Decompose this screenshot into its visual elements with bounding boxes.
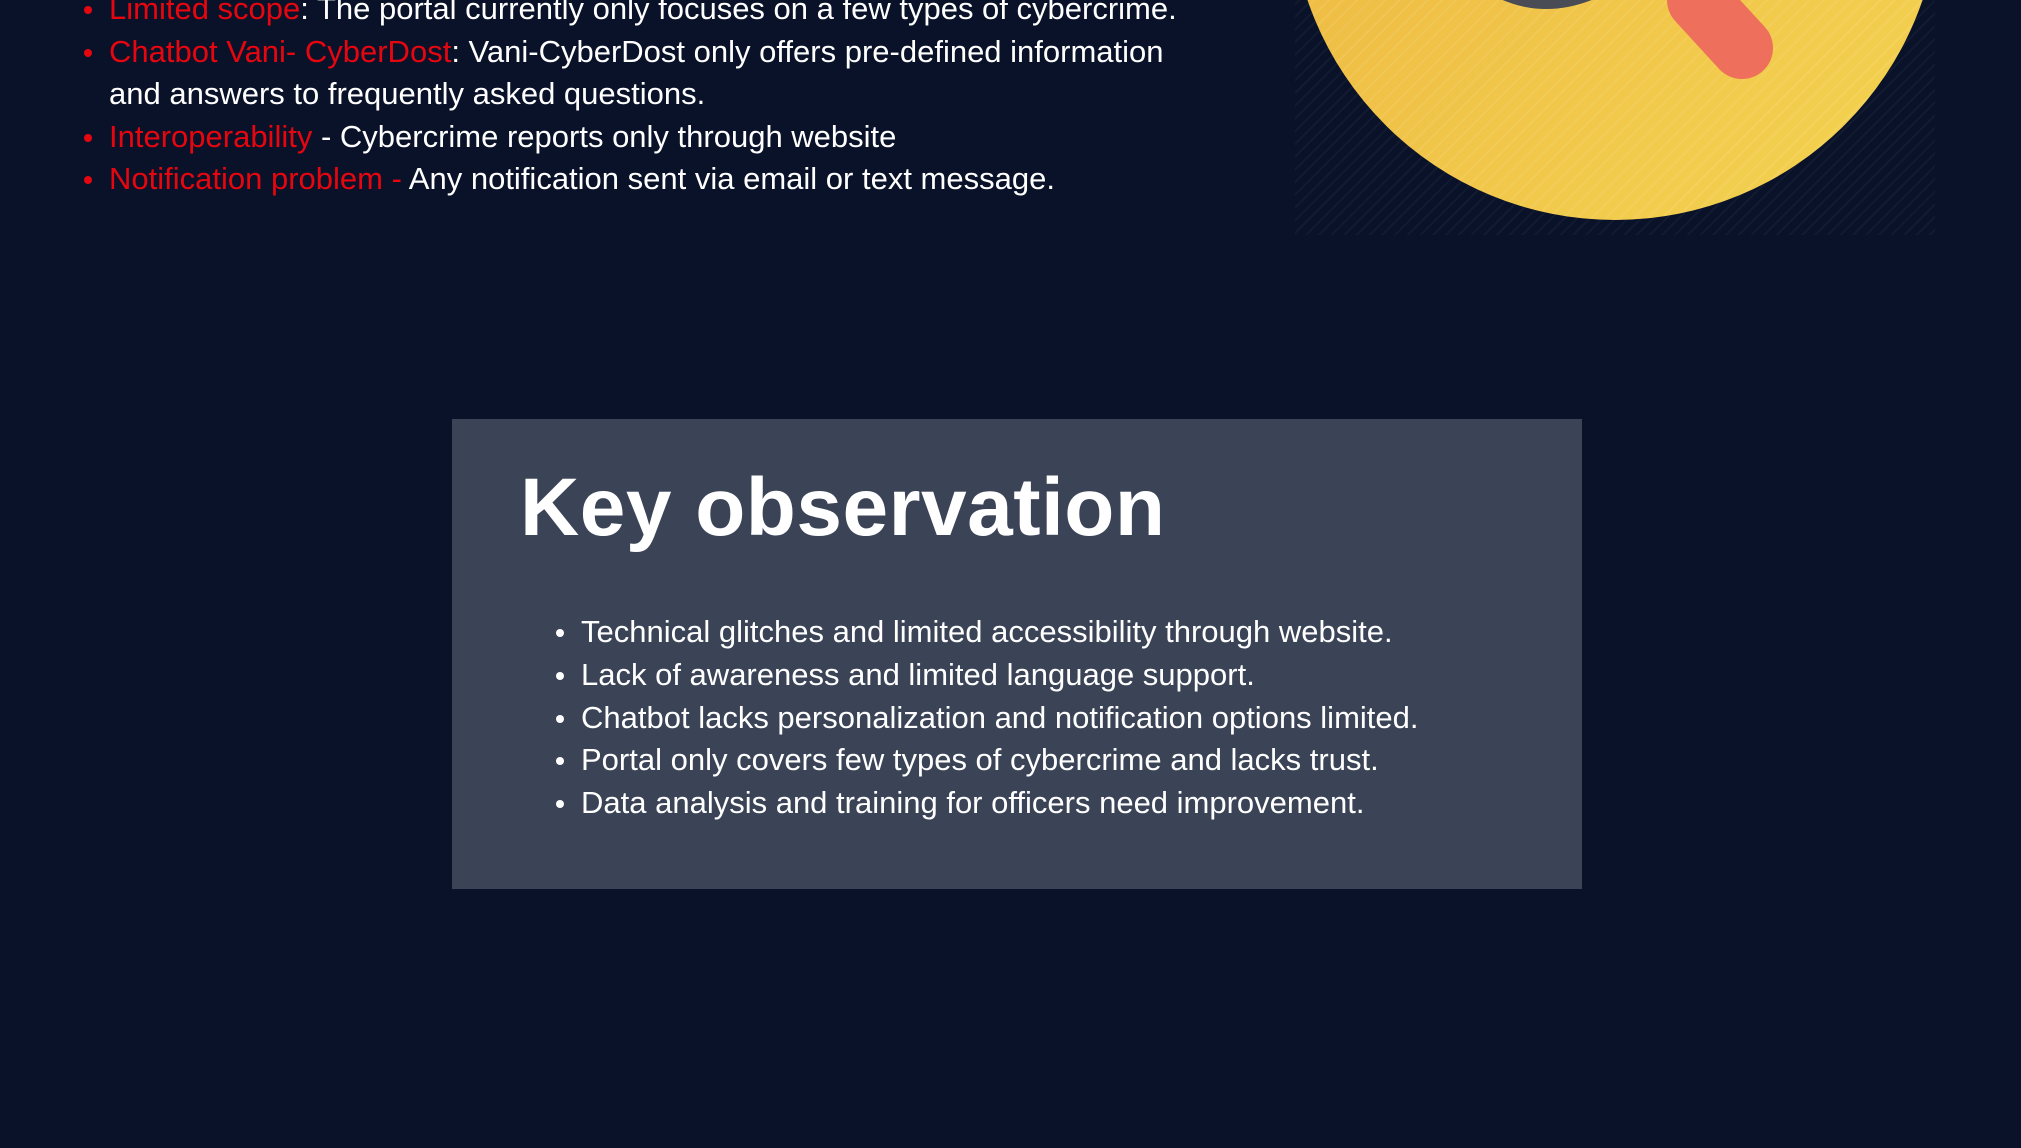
thinking-emoji-icon [1295,0,1935,220]
issues-list: Limited scope: The portal currently only… [80,0,1209,201]
issue-term: Chatbot Vani- CyberDost [109,33,452,69]
list-item: Notification problem - Any notification … [84,158,1209,201]
issue-text: - Cybercrime reports only through websit… [312,118,897,154]
card-title: Key observation [520,462,1166,553]
issue-term: Interoperability [109,118,313,154]
list-item: Chatbot Vani- CyberDost: Vani-CyberDost … [84,31,1209,116]
illustration [1295,0,1935,235]
issue-text: Any notification sent via email or text … [401,161,1055,196]
issue-term: Limited scope [109,0,301,26]
list-item: Data analysis and training for officers … [556,782,1561,825]
list-item: Technical glitches and limited accessibi… [556,611,1561,654]
issue-term: Notification problem - [109,161,402,196]
observation-list: Technical glitches and limited accessibi… [556,611,1561,825]
key-observation-card: Key observation Technical glitches and l… [452,419,1582,889]
list-item: Interoperability - Cybercrime reports on… [84,116,1209,159]
slide-page: Limited scope: The portal currently only… [0,0,2021,1148]
list-item: Limited scope: The portal currently only… [84,0,1209,31]
issue-text: : The portal currently only focuses on a… [300,0,1177,26]
list-item: Lack of awareness and limited language s… [556,654,1561,697]
list-item: Portal only covers few types of cybercri… [556,739,1561,782]
emoji-tongue [1667,0,1773,79]
list-item: Chatbot lacks personalization and notifi… [556,697,1561,740]
emoji-mouth [1502,0,1592,9]
